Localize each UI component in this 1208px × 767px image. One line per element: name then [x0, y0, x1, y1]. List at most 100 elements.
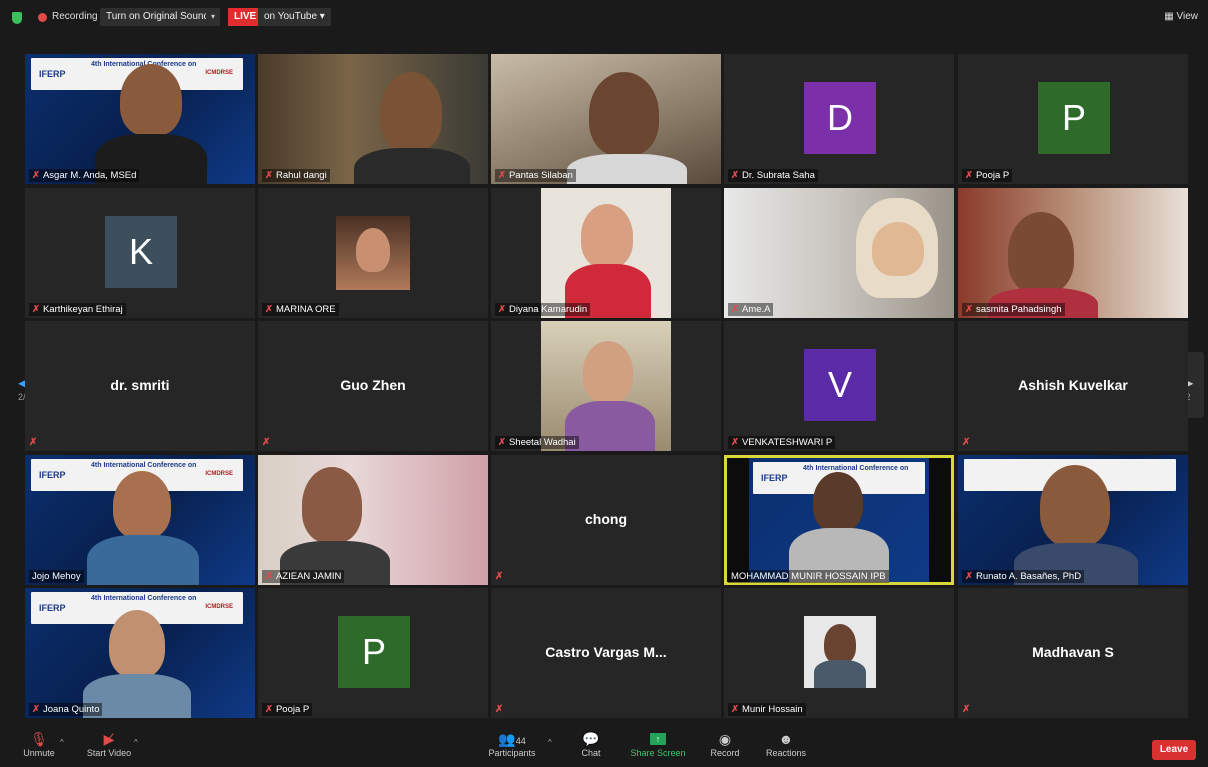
participant-name-text: Pooja P: [275, 704, 310, 715]
participant-body: [814, 660, 866, 688]
participant-tile[interactable]: Ashish Kuvelkar ✗: [958, 321, 1188, 451]
avatar: P: [1038, 82, 1110, 154]
mic-muted-icon: ✗: [29, 437, 38, 448]
participant-tile[interactable]: ✗ Ame.A: [724, 188, 954, 318]
participant-tile[interactable]: Madhavan S ✗: [958, 588, 1188, 718]
participant-face: [356, 228, 390, 272]
participant-tile[interactable]: chong ✗: [491, 455, 721, 585]
original-sound-button[interactable]: Turn on Original Sound: [100, 8, 216, 26]
avatar: K: [105, 216, 177, 288]
mic-muted-icon: ✗: [262, 437, 271, 448]
participant-name: ✗ sasmita Pahadsingh: [962, 303, 1065, 316]
participant-tile[interactable]: ✗ Pantas Silaban: [491, 54, 721, 184]
participant-name-text: Dr. Subrata Saha: [741, 170, 815, 181]
banner-title: 4th International Conference on: [803, 465, 909, 472]
participant-tile[interactable]: P ✗ Pooja P: [258, 588, 488, 718]
participant-name-text: VENKATESHWARI P: [741, 437, 833, 448]
recording-dot-icon: [38, 13, 47, 22]
participant-tile[interactable]: Guo Zhen ✗: [258, 321, 488, 451]
reactions-label: Reactions: [765, 748, 807, 758]
chat-icon: 💬: [582, 731, 600, 747]
leave-button[interactable]: Leave: [1152, 740, 1196, 760]
mic-muted-icon: ✗: [731, 704, 739, 715]
record-icon: ◉: [718, 731, 732, 747]
participants-icon: 👥44: [498, 731, 526, 747]
participant-tile[interactable]: Castro Vargas M... ✗: [491, 588, 721, 718]
participant-tile[interactable]: V ✗ VENKATESHWARI P: [724, 321, 954, 451]
chevron-down-icon[interactable]: ▾: [206, 8, 220, 26]
video-feed: IFERP 4th International Conference on ICMD…: [25, 588, 255, 718]
participant-face: [1040, 465, 1110, 547]
participant-tile[interactable]: ✗ Rahul dangi: [258, 54, 488, 184]
participant-face: [872, 222, 924, 276]
participant-body: [87, 535, 199, 585]
chevron-up-icon[interactable]: ^: [548, 738, 552, 747]
chevron-up-icon[interactable]: ^: [60, 738, 64, 747]
participant-name-text: Asgar M. Anda, MSEd: [42, 170, 137, 181]
recording-label: Recording: [52, 11, 98, 22]
chat-label: Chat: [581, 748, 601, 758]
participant-name-text: MOHAMMAD MUNIR HOSSAIN IPB: [731, 571, 886, 582]
participant-name-text: Sheetal Wadhai: [508, 437, 576, 448]
participant-display-name: Guo Zhen: [340, 377, 406, 393]
participant-name-text: Pooja P: [975, 170, 1010, 181]
participant-name-text: Pantas Silaban: [508, 170, 573, 181]
video-feed: [724, 188, 954, 318]
iferp-logo: IFERP: [39, 69, 66, 79]
participant-tile[interactable]: ✗ Munir Hossain: [724, 588, 954, 718]
participant-tile[interactable]: ✗ MARINA ORE: [258, 188, 488, 318]
video-feed: IFERP 4th International Conference on ICMD…: [25, 54, 255, 184]
iferp-logo: IFERP: [39, 603, 66, 613]
youtube-stream-button[interactable]: on YouTube ▾: [258, 8, 331, 26]
participant-name: ✗ Joana Quinto: [29, 703, 103, 716]
participant-tile[interactable]: IFERP 4th International Conference on ICMD…: [25, 455, 255, 585]
participant-name: ✗ Pantas Silaban: [495, 169, 576, 182]
participant-tile[interactable]: ✗ sasmita Pahadsingh: [958, 188, 1188, 318]
participant-tile[interactable]: D ✗ Dr. Subrata Saha: [724, 54, 954, 184]
participant-name: ✗ Sheetal Wadhai: [495, 436, 579, 449]
participant-tile[interactable]: ✗ AZIEAN JAMIN: [258, 455, 488, 585]
participant-tile[interactable]: dr. smriti ✗: [25, 321, 255, 451]
participants-button[interactable]: 👥44 Participants: [486, 730, 538, 758]
mic-muted-icon: 🎙: [30, 731, 48, 747]
mic-muted-icon: ✗: [495, 704, 504, 715]
participant-display-name: Madhavan S: [1032, 644, 1114, 660]
mic-muted-icon: ✗: [962, 704, 971, 715]
participant-tile[interactable]: ✗ Runato A. Basañes, PhD: [958, 455, 1188, 585]
view-button[interactable]: ▦ View: [1164, 11, 1198, 22]
start-video-label: Start Video: [86, 748, 132, 758]
banner-logo: ICMDRSE: [205, 70, 233, 76]
video-feed: [958, 455, 1188, 585]
mic-muted-icon: ✗: [32, 170, 40, 181]
mic-muted-icon: ✗: [731, 437, 739, 448]
mic-muted-icon: ✗: [265, 304, 273, 315]
participant-tile[interactable]: ✗ Sheetal Wadhai: [491, 321, 721, 451]
record-button[interactable]: ◉ Record: [708, 730, 742, 758]
mic-muted-icon: ✗: [731, 304, 739, 315]
share-screen-button[interactable]: ↑ Share Screen: [630, 730, 686, 758]
participant-name: Jojo Mehoy: [29, 570, 84, 583]
participant-face: [113, 471, 171, 539]
participant-tile-active-speaker[interactable]: IFERP 4th International Conference on MOH…: [724, 455, 954, 585]
chevron-up-icon[interactable]: ^: [134, 738, 138, 747]
participant-name-text: Joana Quinto: [42, 704, 100, 715]
participant-tile[interactable]: IFERP 4th International Conference on ICMD…: [25, 588, 255, 718]
unmute-label: Unmute: [23, 748, 55, 758]
participant-name: ✗ Runato A. Basañes, PhD: [962, 570, 1085, 583]
reactions-button[interactable]: ☻ Reactions: [764, 730, 808, 758]
video-frame: IFERP 4th International Conference on: [749, 458, 929, 582]
participant-name-text: Runato A. Basañes, PhD: [975, 571, 1082, 582]
profile-photo: [804, 616, 876, 688]
banner-logo: ICMDRSE: [205, 604, 233, 610]
video-feed: [258, 54, 488, 184]
unmute-button[interactable]: 🎙 Unmute: [20, 730, 58, 758]
reactions-icon: ☻: [778, 731, 794, 747]
participant-tile[interactable]: IFERP 4th International Conference on ICMD…: [25, 54, 255, 184]
participant-tile[interactable]: ✗ Diyana Kamarudin: [491, 188, 721, 318]
chat-button[interactable]: 💬 Chat: [578, 730, 604, 758]
participant-name-text: Munir Hossain: [741, 704, 803, 715]
start-video-button[interactable]: ▶̸ Start Video: [84, 730, 134, 758]
shield-icon[interactable]: [12, 12, 22, 24]
participant-tile[interactable]: P ✗ Pooja P: [958, 54, 1188, 184]
participant-tile[interactable]: K ✗ Karthikeyan Ethiraj: [25, 188, 255, 318]
